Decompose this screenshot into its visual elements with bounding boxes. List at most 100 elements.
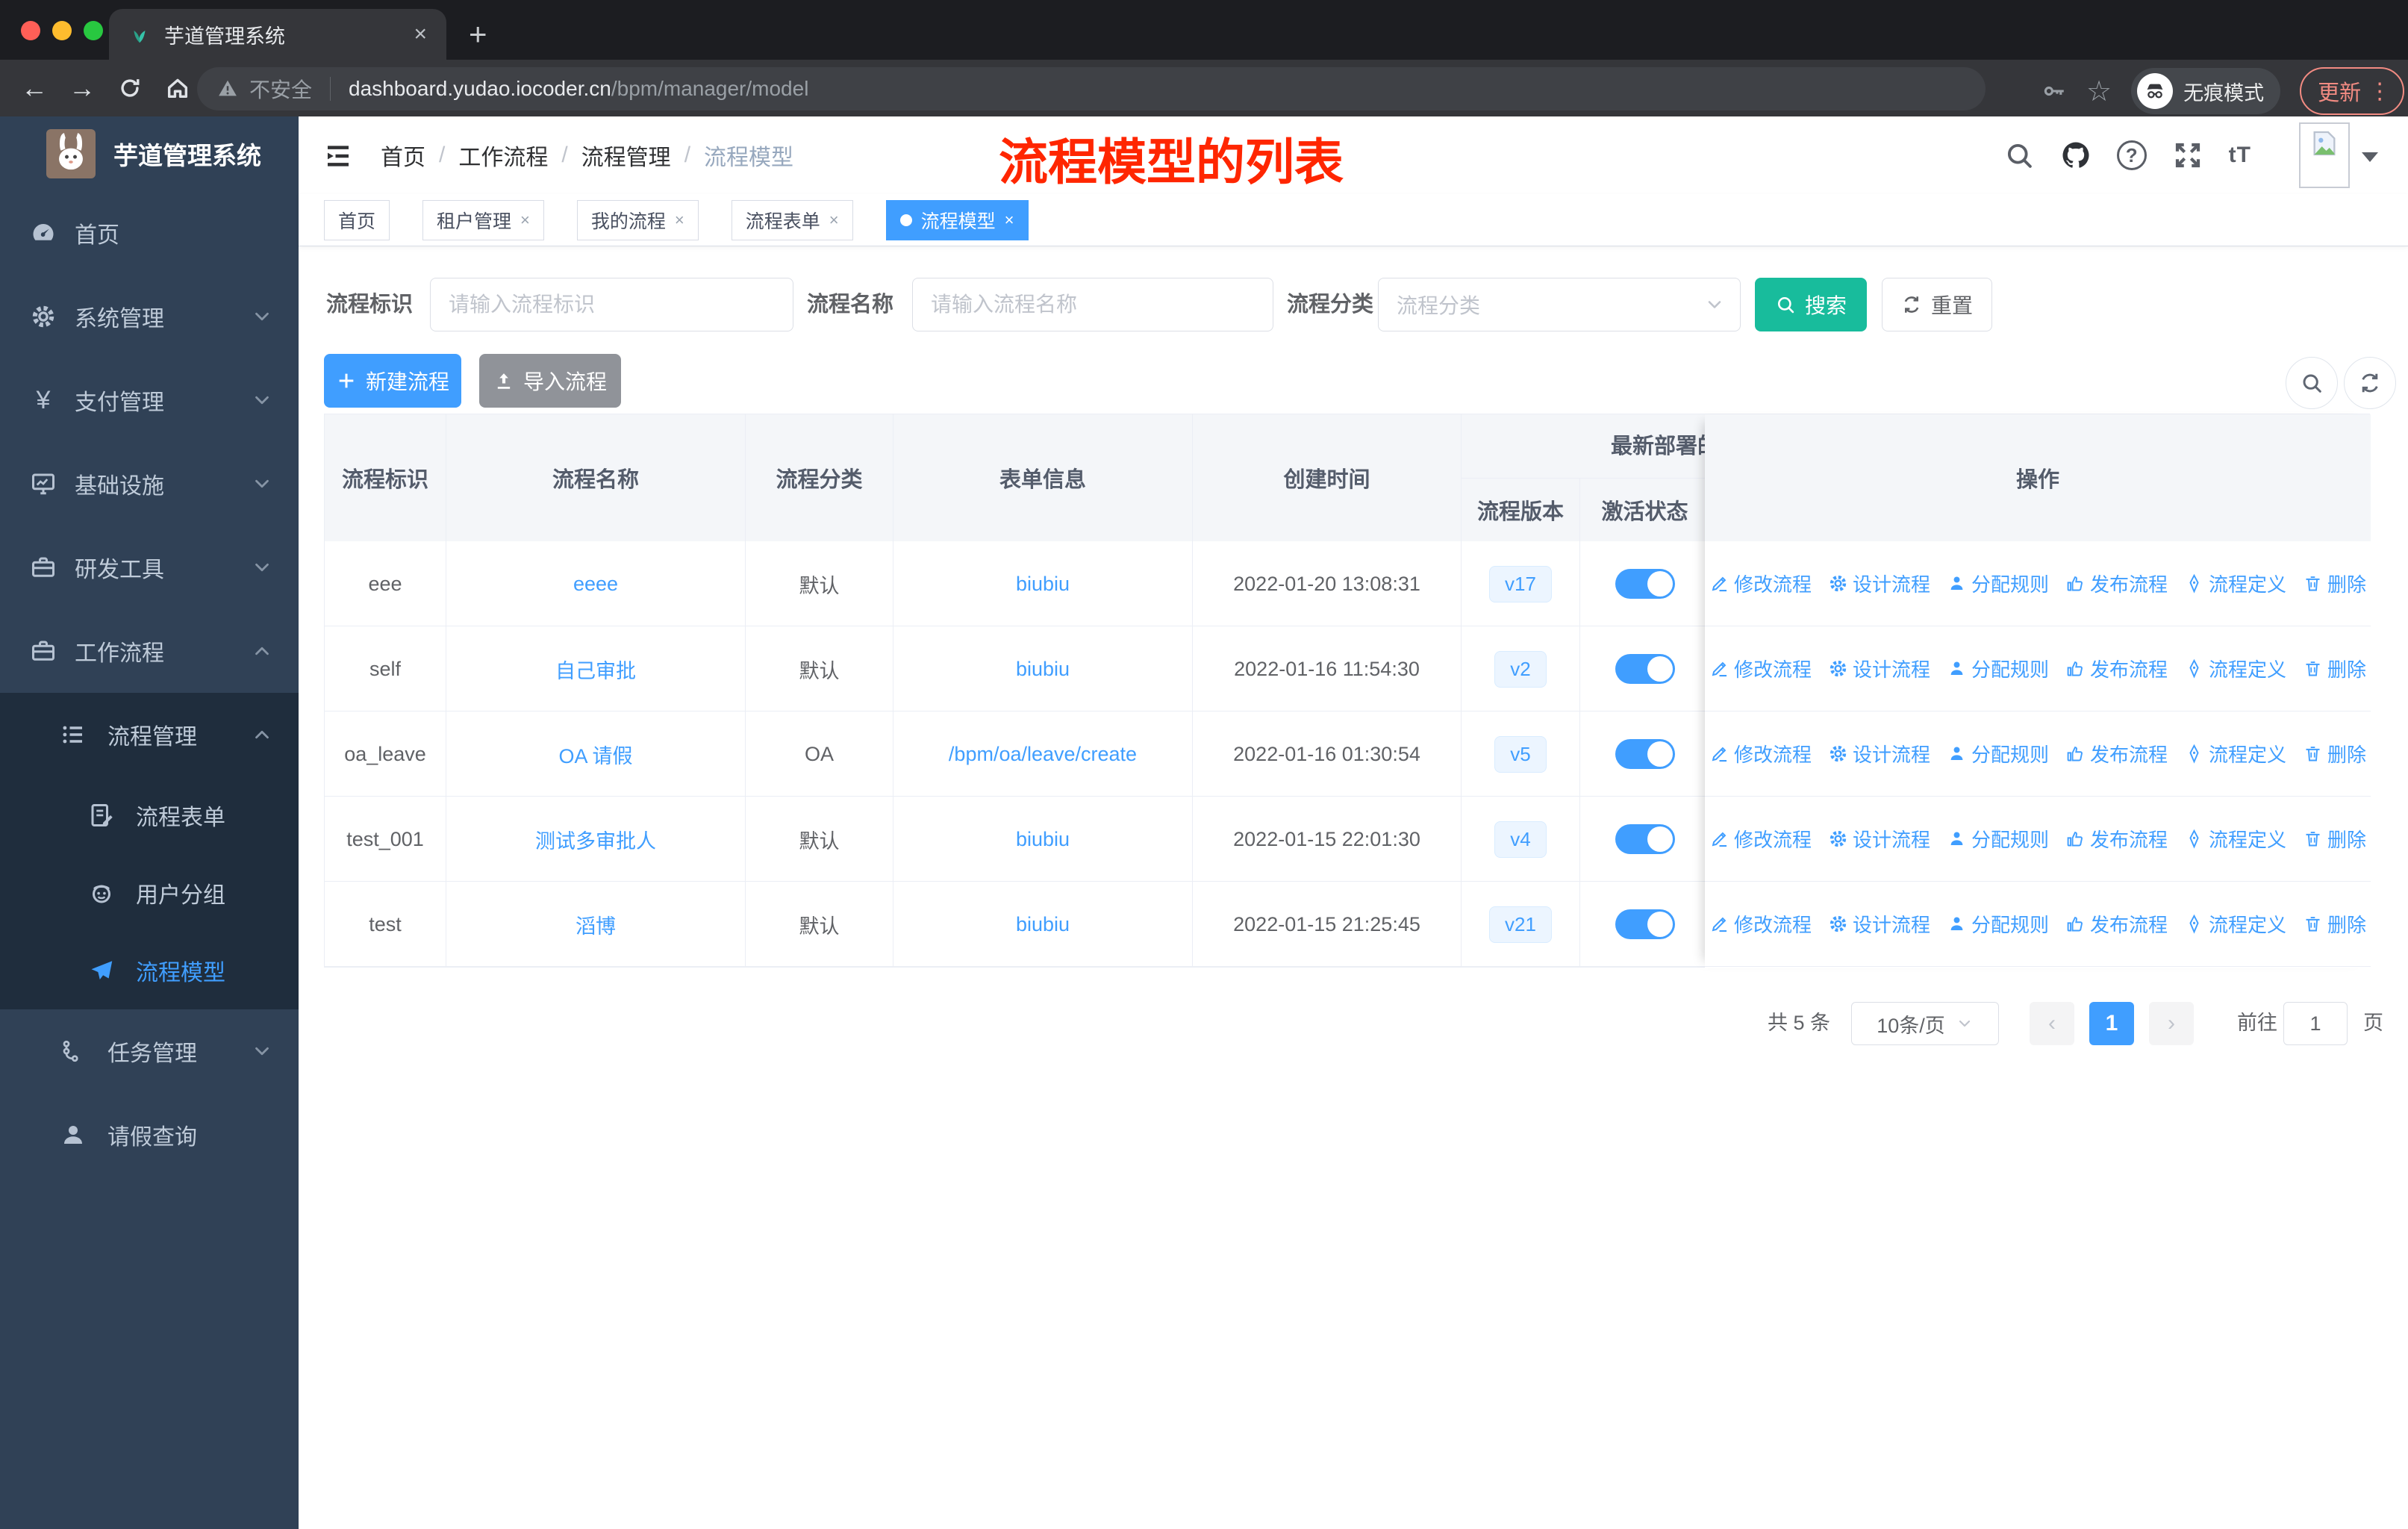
- github-icon[interactable]: [2060, 140, 2092, 171]
- address-bar[interactable]: 不安全 dashboard.yudao.iocoder.cn/bpm/manag…: [197, 67, 1986, 110]
- user-avatar[interactable]: [2299, 122, 2350, 188]
- search-icon[interactable]: [2003, 140, 2035, 171]
- zoom-window-button[interactable]: [84, 21, 103, 40]
- page-size-select[interactable]: 10条/页: [1851, 1002, 1999, 1045]
- password-key-icon[interactable]: [2042, 78, 2067, 104]
- action-process-definition[interactable]: 流程定义: [2184, 655, 2286, 682]
- version-badge[interactable]: v17: [1489, 565, 1552, 602]
- sidebar-item-infrastructure[interactable]: 基础设施: [0, 442, 299, 526]
- reset-button[interactable]: 重置: [1882, 278, 1992, 331]
- sidebar-item-process-model[interactable]: 流程模型: [0, 932, 299, 1009]
- bookmark-star-icon[interactable]: ☆: [2086, 75, 2112, 108]
- action-publish-model[interactable]: 发布流程: [2065, 655, 2168, 682]
- back-button[interactable]: ←: [10, 72, 58, 104]
- action-edit-model[interactable]: 修改流程: [1709, 570, 1812, 597]
- model-name-link[interactable]: 滔博: [576, 910, 616, 939]
- action-design-model[interactable]: 设计流程: [1828, 910, 1930, 938]
- action-design-model[interactable]: 设计流程: [1828, 570, 1930, 597]
- help-icon[interactable]: ?: [2116, 140, 2147, 170]
- version-badge[interactable]: v21: [1489, 906, 1552, 943]
- toggle-search-button[interactable]: [2286, 357, 2338, 409]
- action-process-definition[interactable]: 流程定义: [2184, 740, 2286, 767]
- action-publish-model[interactable]: 发布流程: [2065, 825, 2168, 853]
- process-key-input[interactable]: [430, 278, 793, 331]
- create-model-button[interactable]: 新建流程: [324, 354, 461, 408]
- sidebar-item-system[interactable]: 系统管理: [0, 275, 299, 358]
- active-toggle[interactable]: [1615, 569, 1675, 599]
- sidebar-item-user-group[interactable]: 用户分组: [0, 854, 299, 932]
- version-badge[interactable]: v5: [1494, 735, 1547, 773]
- fullscreen-icon[interactable]: [2172, 140, 2203, 171]
- action-design-model[interactable]: 设计流程: [1828, 825, 1930, 853]
- chrome-update-button[interactable]: 更新 ⋮: [2300, 67, 2405, 115]
- tag-process-form[interactable]: 流程表单 ×: [731, 199, 853, 240]
- form-link[interactable]: biubiu: [1016, 913, 1070, 936]
- action-assign-rule[interactable]: 分配规则: [1947, 910, 2049, 938]
- close-window-button[interactable]: [21, 21, 40, 40]
- browser-tab[interactable]: 芋道管理系统 ×: [109, 9, 446, 60]
- sidebar-item-payment[interactable]: ¥ 支付管理: [0, 358, 299, 442]
- form-link[interactable]: biubiu: [1016, 658, 1070, 681]
- action-publish-model[interactable]: 发布流程: [2065, 740, 2168, 767]
- breadcrumb-home[interactable]: 首页: [381, 139, 425, 172]
- version-badge[interactable]: v2: [1494, 650, 1547, 688]
- import-model-button[interactable]: 导入流程: [479, 354, 621, 408]
- action-assign-rule[interactable]: 分配规则: [1947, 655, 2049, 682]
- active-toggle[interactable]: [1615, 909, 1675, 939]
- action-process-definition[interactable]: 流程定义: [2184, 825, 2286, 853]
- breadcrumb-process-management[interactable]: 流程管理: [581, 139, 671, 172]
- action-delete-model[interactable]: 删除: [2303, 910, 2366, 938]
- minimize-window-button[interactable]: [52, 21, 72, 40]
- security-label[interactable]: 不安全: [249, 74, 312, 104]
- search-button[interactable]: 搜索: [1755, 278, 1867, 331]
- app-logo[interactable]: 芋道管理系统: [0, 116, 299, 191]
- prev-page-button[interactable]: ‹: [2030, 1002, 2074, 1045]
- action-assign-rule[interactable]: 分配规则: [1947, 570, 2049, 597]
- page-number-1[interactable]: 1: [2089, 1002, 2134, 1045]
- new-tab-button[interactable]: +: [469, 16, 487, 52]
- model-name-link[interactable]: eeee: [573, 573, 618, 596]
- version-badge[interactable]: v4: [1494, 820, 1547, 858]
- browser-menu-icon[interactable]: ⋮: [2368, 78, 2391, 105]
- tag-close-icon[interactable]: ×: [520, 211, 530, 230]
- tag-tenant-management[interactable]: 租户管理 ×: [422, 199, 544, 240]
- tag-close-icon[interactable]: ×: [675, 211, 684, 230]
- avatar-caret-icon[interactable]: [2362, 152, 2378, 162]
- font-size-icon[interactable]: tT: [2229, 143, 2251, 168]
- active-toggle[interactable]: [1615, 654, 1675, 684]
- action-process-definition[interactable]: 流程定义: [2184, 570, 2286, 597]
- action-assign-rule[interactable]: 分配规则: [1947, 825, 2049, 853]
- sidebar-item-home[interactable]: 首页: [0, 191, 299, 275]
- collapse-sidebar-icon[interactable]: [322, 140, 354, 172]
- form-link[interactable]: biubiu: [1016, 828, 1070, 851]
- action-delete-model[interactable]: 删除: [2303, 740, 2366, 767]
- action-delete-model[interactable]: 删除: [2303, 655, 2366, 682]
- sidebar-item-workflow[interactable]: 工作流程: [0, 609, 299, 693]
- action-edit-model[interactable]: 修改流程: [1709, 825, 1812, 853]
- sidebar-item-devtools[interactable]: 研发工具: [0, 526, 299, 609]
- process-name-input[interactable]: [912, 278, 1273, 331]
- refresh-table-button[interactable]: [2344, 357, 2396, 409]
- sidebar-item-process-form[interactable]: 流程表单: [0, 776, 299, 854]
- sidebar-item-leave-query[interactable]: 请假查询: [0, 1093, 299, 1177]
- tag-process-model[interactable]: 流程模型 ×: [885, 199, 1029, 240]
- breadcrumb-workflow[interactable]: 工作流程: [458, 139, 548, 172]
- action-delete-model[interactable]: 删除: [2303, 570, 2366, 597]
- form-link[interactable]: biubiu: [1016, 573, 1070, 596]
- tag-my-process[interactable]: 我的流程 ×: [576, 199, 699, 240]
- active-toggle[interactable]: [1615, 824, 1675, 854]
- tag-home[interactable]: 首页: [324, 199, 390, 240]
- reload-button[interactable]: [106, 75, 154, 101]
- model-name-link[interactable]: 测试多审批人: [535, 825, 656, 854]
- home-button[interactable]: [154, 75, 202, 101]
- forward-button[interactable]: →: [58, 72, 106, 104]
- model-name-link[interactable]: 自己审批: [555, 655, 636, 684]
- action-publish-model[interactable]: 发布流程: [2065, 910, 2168, 938]
- sidebar-item-process-management[interactable]: 流程管理: [0, 693, 299, 776]
- process-category-select[interactable]: 流程分类: [1378, 278, 1741, 331]
- action-edit-model[interactable]: 修改流程: [1709, 655, 1812, 682]
- active-toggle[interactable]: [1615, 739, 1675, 769]
- action-assign-rule[interactable]: 分配规则: [1947, 740, 2049, 767]
- tag-close-icon[interactable]: ×: [829, 211, 839, 230]
- next-page-button[interactable]: ›: [2149, 1002, 2194, 1045]
